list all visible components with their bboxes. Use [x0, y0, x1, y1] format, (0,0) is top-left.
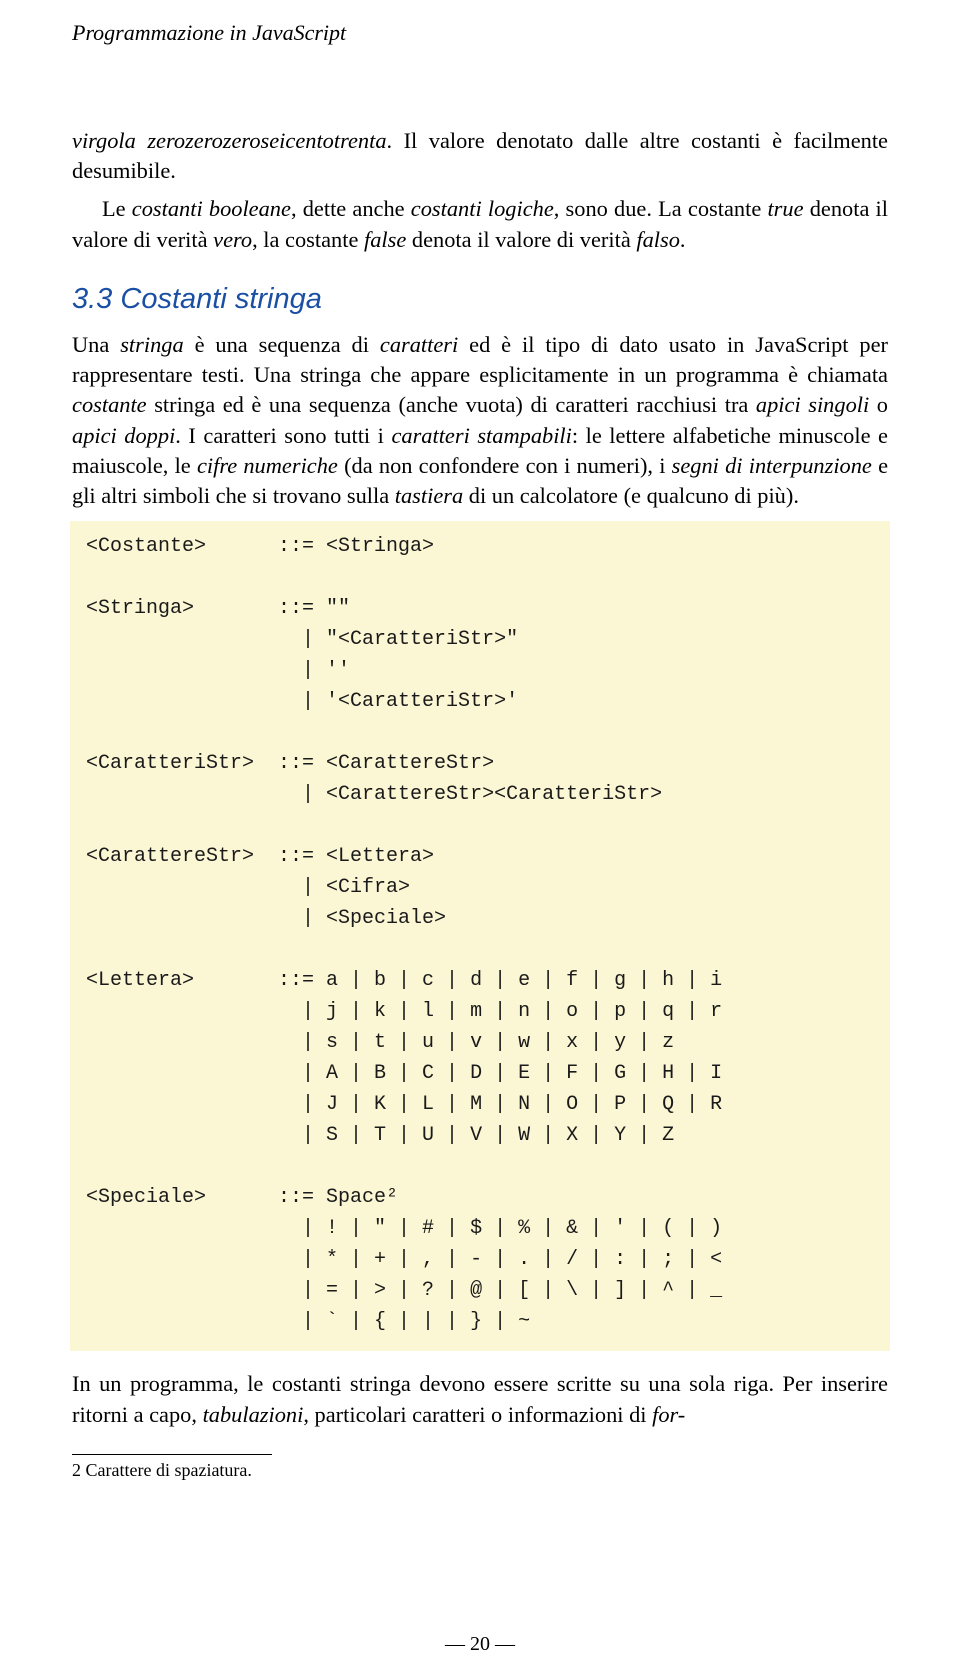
text: Le: [102, 196, 132, 221]
text: , particolari caratteri o informazioni d…: [303, 1402, 652, 1427]
text: (da non confon­dere con i numeri), i: [338, 453, 672, 478]
text: cifre numeriche: [197, 453, 338, 478]
text: , la costante: [252, 227, 364, 252]
text: for-: [652, 1402, 685, 1427]
text: Una: [72, 332, 120, 357]
text: caratteri: [380, 332, 458, 357]
text: , sono due. La costante: [554, 196, 768, 221]
running-head: Programmazione in JavaScript: [72, 20, 888, 46]
text: tabulazioni: [203, 1402, 304, 1427]
text: costanti booleane: [132, 196, 291, 221]
paragraph-1: virgola zerozerozeroseicentotrenta. Il v…: [72, 126, 888, 186]
text: costanti logiche: [411, 196, 554, 221]
text: è una sequenza di: [184, 332, 380, 357]
text: falso: [636, 227, 680, 252]
footnote: 2 Carattere di spaziatura.: [72, 1459, 888, 1482]
text: tastiera: [395, 483, 463, 508]
grammar-block: <Costante> ::= <Stringa> <Stringa> ::= "…: [70, 521, 890, 1351]
text: o: [869, 392, 888, 417]
text: . I caratteri sono tutti i: [175, 423, 391, 448]
text: false: [364, 227, 406, 252]
text: costante: [72, 392, 147, 417]
text: apici singoli: [756, 392, 869, 417]
text: di un calcolatore (e qualcuno di più).: [463, 483, 799, 508]
text: .: [680, 227, 686, 252]
paragraph-3: Una stringa è una sequenza di caratteri …: [72, 330, 888, 511]
text: segni di interpunzione: [672, 453, 872, 478]
footnote-rule: [72, 1454, 272, 1455]
text: , dette anche: [291, 196, 411, 221]
text: vero: [213, 227, 252, 252]
text: stringa: [120, 332, 183, 357]
text: apici doppi: [72, 423, 175, 448]
page-number: — 20 —: [0, 1633, 960, 1656]
text: caratteri stampabili: [391, 423, 571, 448]
paragraph-2: Le costanti booleane, dette anche costan…: [72, 194, 888, 254]
section-heading: 3.3 Costanti stringa: [72, 283, 888, 316]
text: true: [767, 196, 803, 221]
text: denota il valore di verità: [406, 227, 636, 252]
text: virgola zerozerozeroseicentotrenta: [72, 128, 387, 153]
paragraph-4: In un programma, le costanti stringa dev…: [72, 1369, 888, 1429]
text: stringa ed è una sequenza (anche vuota) …: [147, 392, 756, 417]
